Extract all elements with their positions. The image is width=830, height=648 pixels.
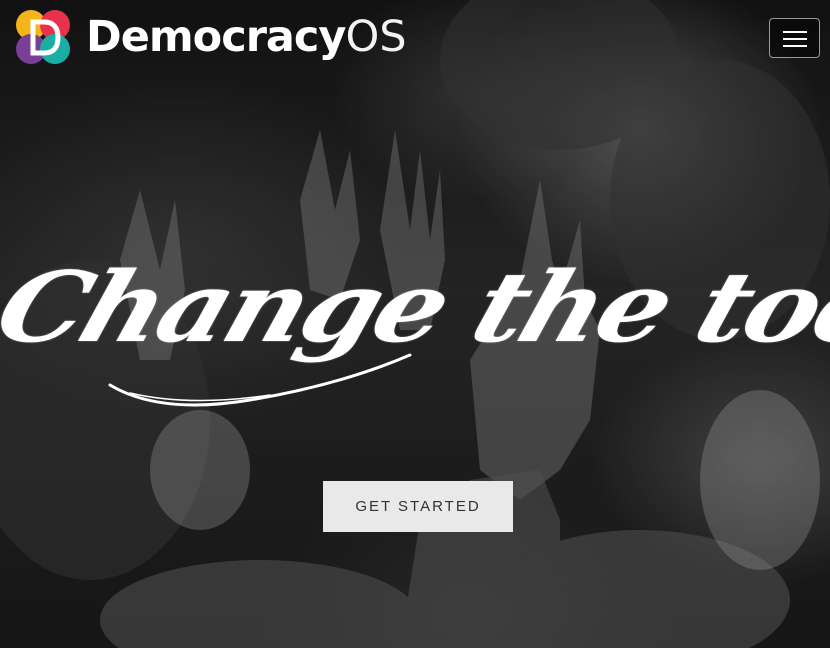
democracyos-logo-icon [16,10,70,64]
brand-name-bold: Democracy [86,12,346,62]
get-started-button[interactable]: GET STARTED [323,481,513,532]
hero-section: DemocracyOS Change the tool GET STARTED [0,0,830,648]
hamburger-menu-icon-bar-middle [783,38,807,40]
hamburger-menu-icon [783,31,807,33]
hamburger-menu-icon-bar-bottom [783,45,807,47]
brand-name-light: OS [345,12,407,62]
hamburger-menu-button[interactable] [769,18,820,58]
home-logo-link[interactable]: DemocracyOS [14,8,407,66]
top-navbar: DemocracyOS [0,0,830,76]
brand-name: DemocracyOS [86,8,407,66]
headline-swash-decoration [108,353,412,407]
